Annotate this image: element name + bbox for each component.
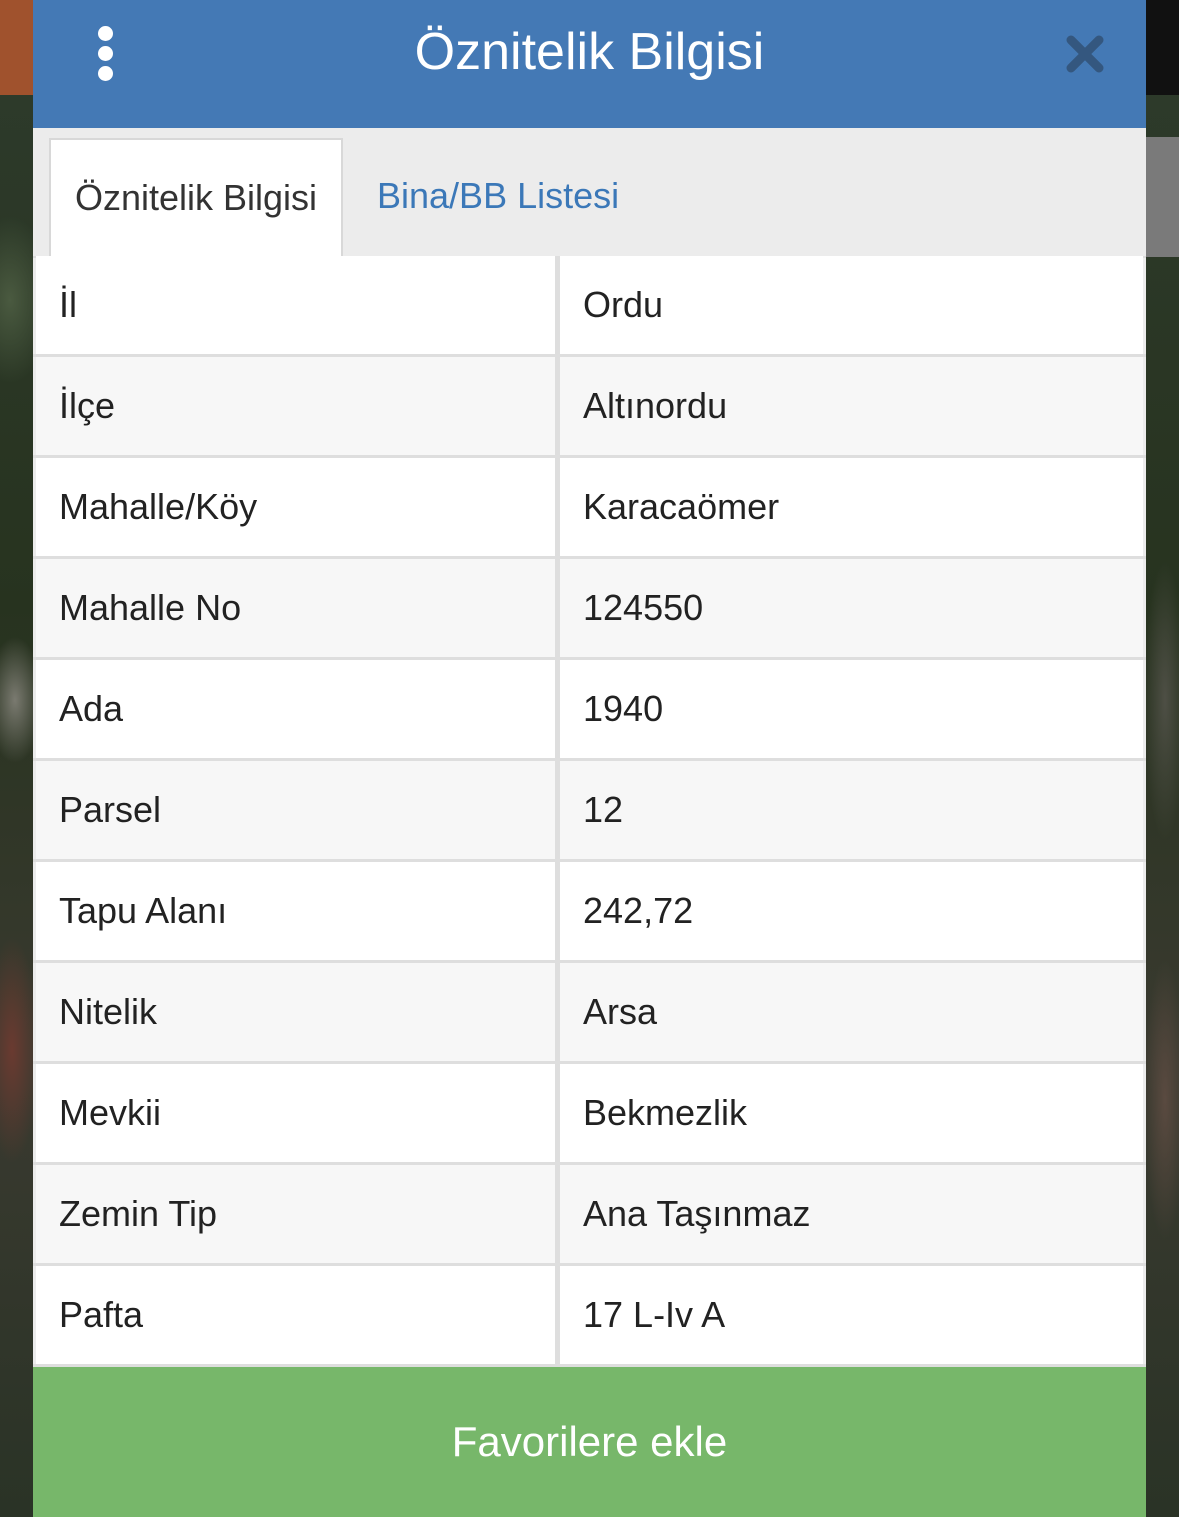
- attribute-key: Nitelik: [36, 963, 555, 1061]
- table-row: Mahalle No 124550: [33, 559, 1146, 660]
- close-icon[interactable]: [1063, 32, 1107, 76]
- map-edge-left: [0, 0, 33, 95]
- attribute-value: Ordu: [560, 256, 1143, 354]
- tab-bar: Öznitelik Bilgisi Bina/BB Listesi: [33, 128, 1146, 258]
- attribute-value: Arsa: [560, 963, 1143, 1061]
- table-row: Zemin Tip Ana Taşınmaz: [33, 1165, 1146, 1266]
- table-row: Nitelik Arsa: [33, 963, 1146, 1064]
- attribute-table: İl Ordu İlçe Altınordu Mahalle/Köy Karac…: [33, 256, 1146, 1367]
- table-row: İlçe Altınordu: [33, 357, 1146, 458]
- table-row: Tapu Alanı 242,72: [33, 862, 1146, 963]
- attribute-key: Mevkii: [36, 1064, 555, 1162]
- attribute-key: İlçe: [36, 357, 555, 455]
- add-to-favorites-button[interactable]: Favorilere ekle: [33, 1367, 1146, 1517]
- scrollbar-thumb[interactable]: [1146, 137, 1179, 257]
- map-edge-right: [1146, 0, 1179, 95]
- attribute-key: Mahalle No: [36, 559, 555, 657]
- attribute-key: Mahalle/Köy: [36, 458, 555, 556]
- attribute-value: Karacaömer: [560, 458, 1143, 556]
- table-row: Mahalle/Köy Karacaömer: [33, 458, 1146, 559]
- attribute-key: Tapu Alanı: [36, 862, 555, 960]
- attribute-key: Pafta: [36, 1266, 555, 1364]
- attribute-value: 1940: [560, 660, 1143, 758]
- attribute-value: Altınordu: [560, 357, 1143, 455]
- attribute-key: Ada: [36, 660, 555, 758]
- panel-header: Öznitelik Bilgisi: [33, 0, 1146, 128]
- table-row: Mevkii Bekmezlik: [33, 1064, 1146, 1165]
- attribute-key: Parsel: [36, 761, 555, 859]
- tab-building-list[interactable]: Bina/BB Listesi: [377, 138, 619, 254]
- panel-title: Öznitelik Bilgisi: [414, 23, 765, 81]
- attribute-value: 17 L-Iv A: [560, 1266, 1143, 1364]
- attribute-value: Ana Taşınmaz: [560, 1165, 1143, 1263]
- attribute-key: Zemin Tip: [36, 1165, 555, 1263]
- attribute-value: 12: [560, 761, 1143, 859]
- attribute-value: Bekmezlik: [560, 1064, 1143, 1162]
- table-row: İl Ordu: [33, 256, 1146, 357]
- table-row: Pafta 17 L-Iv A: [33, 1266, 1146, 1367]
- attribute-value: 242,72: [560, 862, 1143, 960]
- table-row: Parsel 12: [33, 761, 1146, 862]
- attribute-key: İl: [36, 256, 555, 354]
- tab-attribute-info[interactable]: Öznitelik Bilgisi: [49, 138, 343, 256]
- table-row: Ada 1940: [33, 660, 1146, 761]
- attribute-panel: Öznitelik Bilgisi Öznitelik Bilgisi Bina…: [33, 0, 1146, 1517]
- attribute-value: 124550: [560, 559, 1143, 657]
